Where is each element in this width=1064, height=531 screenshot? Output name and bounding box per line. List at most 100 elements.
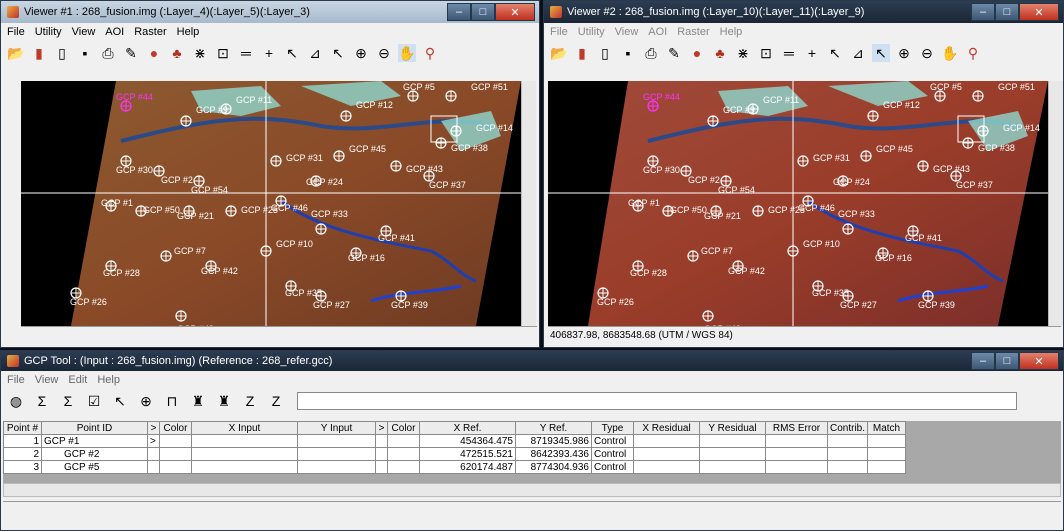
menu-raster[interactable]: Raster bbox=[677, 26, 709, 38]
col-rms-error[interactable]: RMS Error bbox=[765, 421, 828, 435]
crosshair-icon[interactable]: + bbox=[260, 44, 278, 62]
open-icon[interactable]: 📂 bbox=[7, 44, 25, 62]
cell-point-id[interactable]: GCP #5 bbox=[41, 460, 148, 474]
cell-rms-error[interactable] bbox=[765, 460, 828, 474]
col-contrib[interactable]: Contrib. bbox=[826, 421, 869, 435]
cell-rms-error[interactable] bbox=[765, 434, 828, 448]
menu-help[interactable]: Help bbox=[97, 374, 120, 386]
cell-y-residual[interactable] bbox=[699, 447, 766, 461]
cell-point-id[interactable]: GCP #2 bbox=[41, 447, 148, 461]
viewer-1-scrollbar[interactable] bbox=[521, 81, 536, 326]
cell-input-color[interactable] bbox=[159, 447, 192, 461]
cell-point-num[interactable]: 2 bbox=[3, 447, 42, 461]
menu-file[interactable]: File bbox=[7, 26, 25, 38]
close-button[interactable]: ✕ bbox=[1019, 352, 1059, 370]
pencil-icon[interactable]: ✎ bbox=[665, 44, 683, 62]
cell-x-input[interactable] bbox=[191, 447, 298, 461]
cell-ref-arrow[interactable] bbox=[375, 447, 388, 461]
cell-y-ref[interactable]: 8719345.986 bbox=[515, 434, 592, 448]
menu-aoi[interactable]: AOI bbox=[105, 26, 124, 38]
minimize-button[interactable]: – bbox=[447, 3, 471, 21]
measure-icon[interactable]: ═ bbox=[237, 44, 255, 62]
cell-x-ref[interactable]: 454364.475 bbox=[419, 434, 516, 448]
col-point-num[interactable]: Point # bbox=[3, 421, 42, 435]
cell-point-id[interactable]: GCP #1 bbox=[41, 434, 148, 448]
cell-input-arrow[interactable]: > bbox=[147, 434, 160, 448]
cell-ref-color[interactable] bbox=[387, 434, 420, 448]
col-y-residual[interactable]: Y Residual bbox=[699, 421, 766, 435]
cell-y-ref[interactable]: 8774304.936 bbox=[515, 460, 592, 474]
gcp-table-scrollbar[interactable] bbox=[3, 483, 1061, 497]
rotate-icon[interactable]: ⋇ bbox=[734, 44, 752, 62]
zoom-out-icon[interactable]: ⊖ bbox=[918, 44, 936, 62]
fit-icon[interactable]: ⊡ bbox=[757, 44, 775, 62]
table-row[interactable]: 2 GCP #2 472515.521 8642393.436 Control bbox=[3, 447, 1047, 461]
save-icon[interactable]: ▪ bbox=[76, 44, 94, 62]
cell-x-ref[interactable]: 472515.521 bbox=[419, 447, 516, 461]
calc-icon[interactable]: Σ bbox=[59, 392, 77, 410]
cell-x-input[interactable] bbox=[191, 460, 298, 474]
minimize-button[interactable]: – bbox=[971, 3, 995, 21]
select-gcp-icon[interactable]: ↖ bbox=[111, 392, 129, 410]
cell-y-input[interactable] bbox=[297, 447, 376, 461]
profile-icon[interactable]: ⊿ bbox=[849, 44, 867, 62]
sigma-icon[interactable]: Σ bbox=[33, 392, 51, 410]
maximize-button[interactable]: □ bbox=[995, 352, 1019, 370]
minimize-button[interactable]: – bbox=[971, 352, 995, 370]
lock-icon[interactable]: ⊓ bbox=[163, 392, 181, 410]
print-icon[interactable]: ⎙ bbox=[99, 44, 117, 62]
new-viewer-icon[interactable]: ▮ bbox=[30, 44, 48, 62]
pointer-icon[interactable]: ↖ bbox=[872, 44, 890, 62]
maximize-button[interactable]: □ bbox=[471, 3, 495, 21]
find-icon[interactable]: ♜ bbox=[189, 392, 207, 410]
cell-contrib[interactable] bbox=[826, 460, 869, 474]
cell-x-ref[interactable]: 620174.487 bbox=[419, 460, 516, 474]
cell-input-arrow[interactable] bbox=[147, 460, 160, 474]
pan-icon[interactable]: ✋ bbox=[398, 44, 416, 62]
info-icon[interactable]: ▯ bbox=[53, 44, 71, 62]
menu-help[interactable]: Help bbox=[720, 26, 743, 38]
gcp-marker[interactable]: GCP #24 bbox=[306, 175, 343, 187]
cell-x-residual[interactable] bbox=[633, 434, 700, 448]
col-y-ref[interactable]: Y Ref. bbox=[515, 421, 592, 435]
close-button[interactable]: ✕ bbox=[495, 3, 535, 21]
pencil-icon[interactable]: ✎ bbox=[122, 44, 140, 62]
color-icon[interactable]: ● bbox=[688, 44, 706, 62]
maximize-button[interactable]: □ bbox=[995, 3, 1019, 21]
menu-file[interactable]: File bbox=[7, 374, 25, 386]
menu-utility[interactable]: Utility bbox=[578, 26, 605, 38]
col-x-residual[interactable]: X Residual bbox=[633, 421, 700, 435]
new-viewer-icon[interactable]: ▮ bbox=[573, 44, 591, 62]
cell-ref-arrow[interactable] bbox=[375, 434, 388, 448]
col-match[interactable]: Match bbox=[867, 421, 907, 435]
print-icon[interactable]: ⎙ bbox=[642, 44, 660, 62]
cell-ref-arrow[interactable] bbox=[375, 460, 388, 474]
viewer-1-titlebar[interactable]: Viewer #1 : 268_fusion.img (:Layer_4)(:L… bbox=[1, 1, 539, 23]
pointer-icon[interactable]: ↖ bbox=[329, 44, 347, 62]
find-all-icon[interactable]: ♜ bbox=[215, 392, 233, 410]
col-input-color[interactable]: Color bbox=[159, 421, 192, 435]
pan-icon[interactable]: ✋ bbox=[941, 44, 959, 62]
table-row[interactable]: 3 GCP #5 620174.487 8774304.936 Control bbox=[3, 460, 1047, 474]
cell-contrib[interactable] bbox=[826, 447, 869, 461]
z-ref-icon[interactable]: Z bbox=[267, 392, 285, 410]
menu-view[interactable]: View bbox=[35, 374, 59, 386]
col-ref-arrow[interactable]: > bbox=[375, 421, 388, 435]
satellite-image[interactable]: GCP #44GCP #9GCP #11 GCP #12GCP #5 GCP #51… bbox=[21, 81, 521, 326]
load-icon[interactable]: ◍ bbox=[7, 392, 25, 410]
zoom-in-icon[interactable]: ⊕ bbox=[352, 44, 370, 62]
menu-view[interactable]: View bbox=[615, 26, 639, 38]
menu-help[interactable]: Help bbox=[177, 26, 200, 38]
cell-ref-color[interactable] bbox=[387, 447, 420, 461]
menu-raster[interactable]: Raster bbox=[134, 26, 166, 38]
cell-x-residual[interactable] bbox=[633, 460, 700, 474]
cell-y-ref[interactable]: 8642393.436 bbox=[515, 447, 592, 461]
menu-utility[interactable]: Utility bbox=[35, 26, 62, 38]
menu-file[interactable]: File bbox=[550, 26, 568, 38]
select-icon[interactable]: ↖ bbox=[826, 44, 844, 62]
cell-x-residual[interactable] bbox=[633, 447, 700, 461]
select-icon[interactable]: ↖ bbox=[283, 44, 301, 62]
cell-match[interactable] bbox=[867, 447, 907, 461]
menu-edit[interactable]: Edit bbox=[68, 374, 87, 386]
profile-icon[interactable]: ⊿ bbox=[306, 44, 324, 62]
